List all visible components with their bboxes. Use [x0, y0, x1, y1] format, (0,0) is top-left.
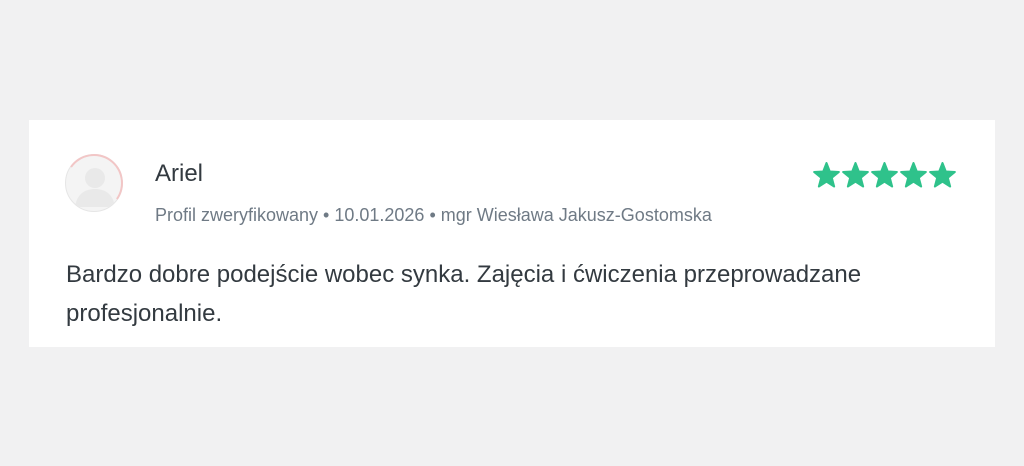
review-date: 10.01.2026 [334, 205, 425, 225]
star-icon [813, 162, 840, 188]
review-card: Ariel Profil zweryfikowany • 10.01.2026 • mg… [29, 120, 995, 347]
star-icon [900, 162, 927, 188]
meta-separator: • [429, 205, 436, 225]
avatar-ring [60, 149, 128, 217]
author-name[interactable]: Ariel [155, 160, 203, 188]
star-icon [929, 162, 956, 188]
rating-stars [813, 162, 956, 190]
star-icon [842, 162, 869, 188]
verified-status: Profil zweryfikowany [155, 205, 319, 225]
meta-separator: • [323, 205, 330, 225]
review-text: Bardzo dobre podejście wobec synka. Zaję… [66, 261, 862, 327]
review-meta: Profil zweryfikowany • 10.01.2026 • mgr Wies… [155, 204, 712, 226]
star-icon [871, 162, 898, 188]
doctor-link[interactable]: mgr Wiesława Jakusz-Gostomska [441, 205, 712, 225]
